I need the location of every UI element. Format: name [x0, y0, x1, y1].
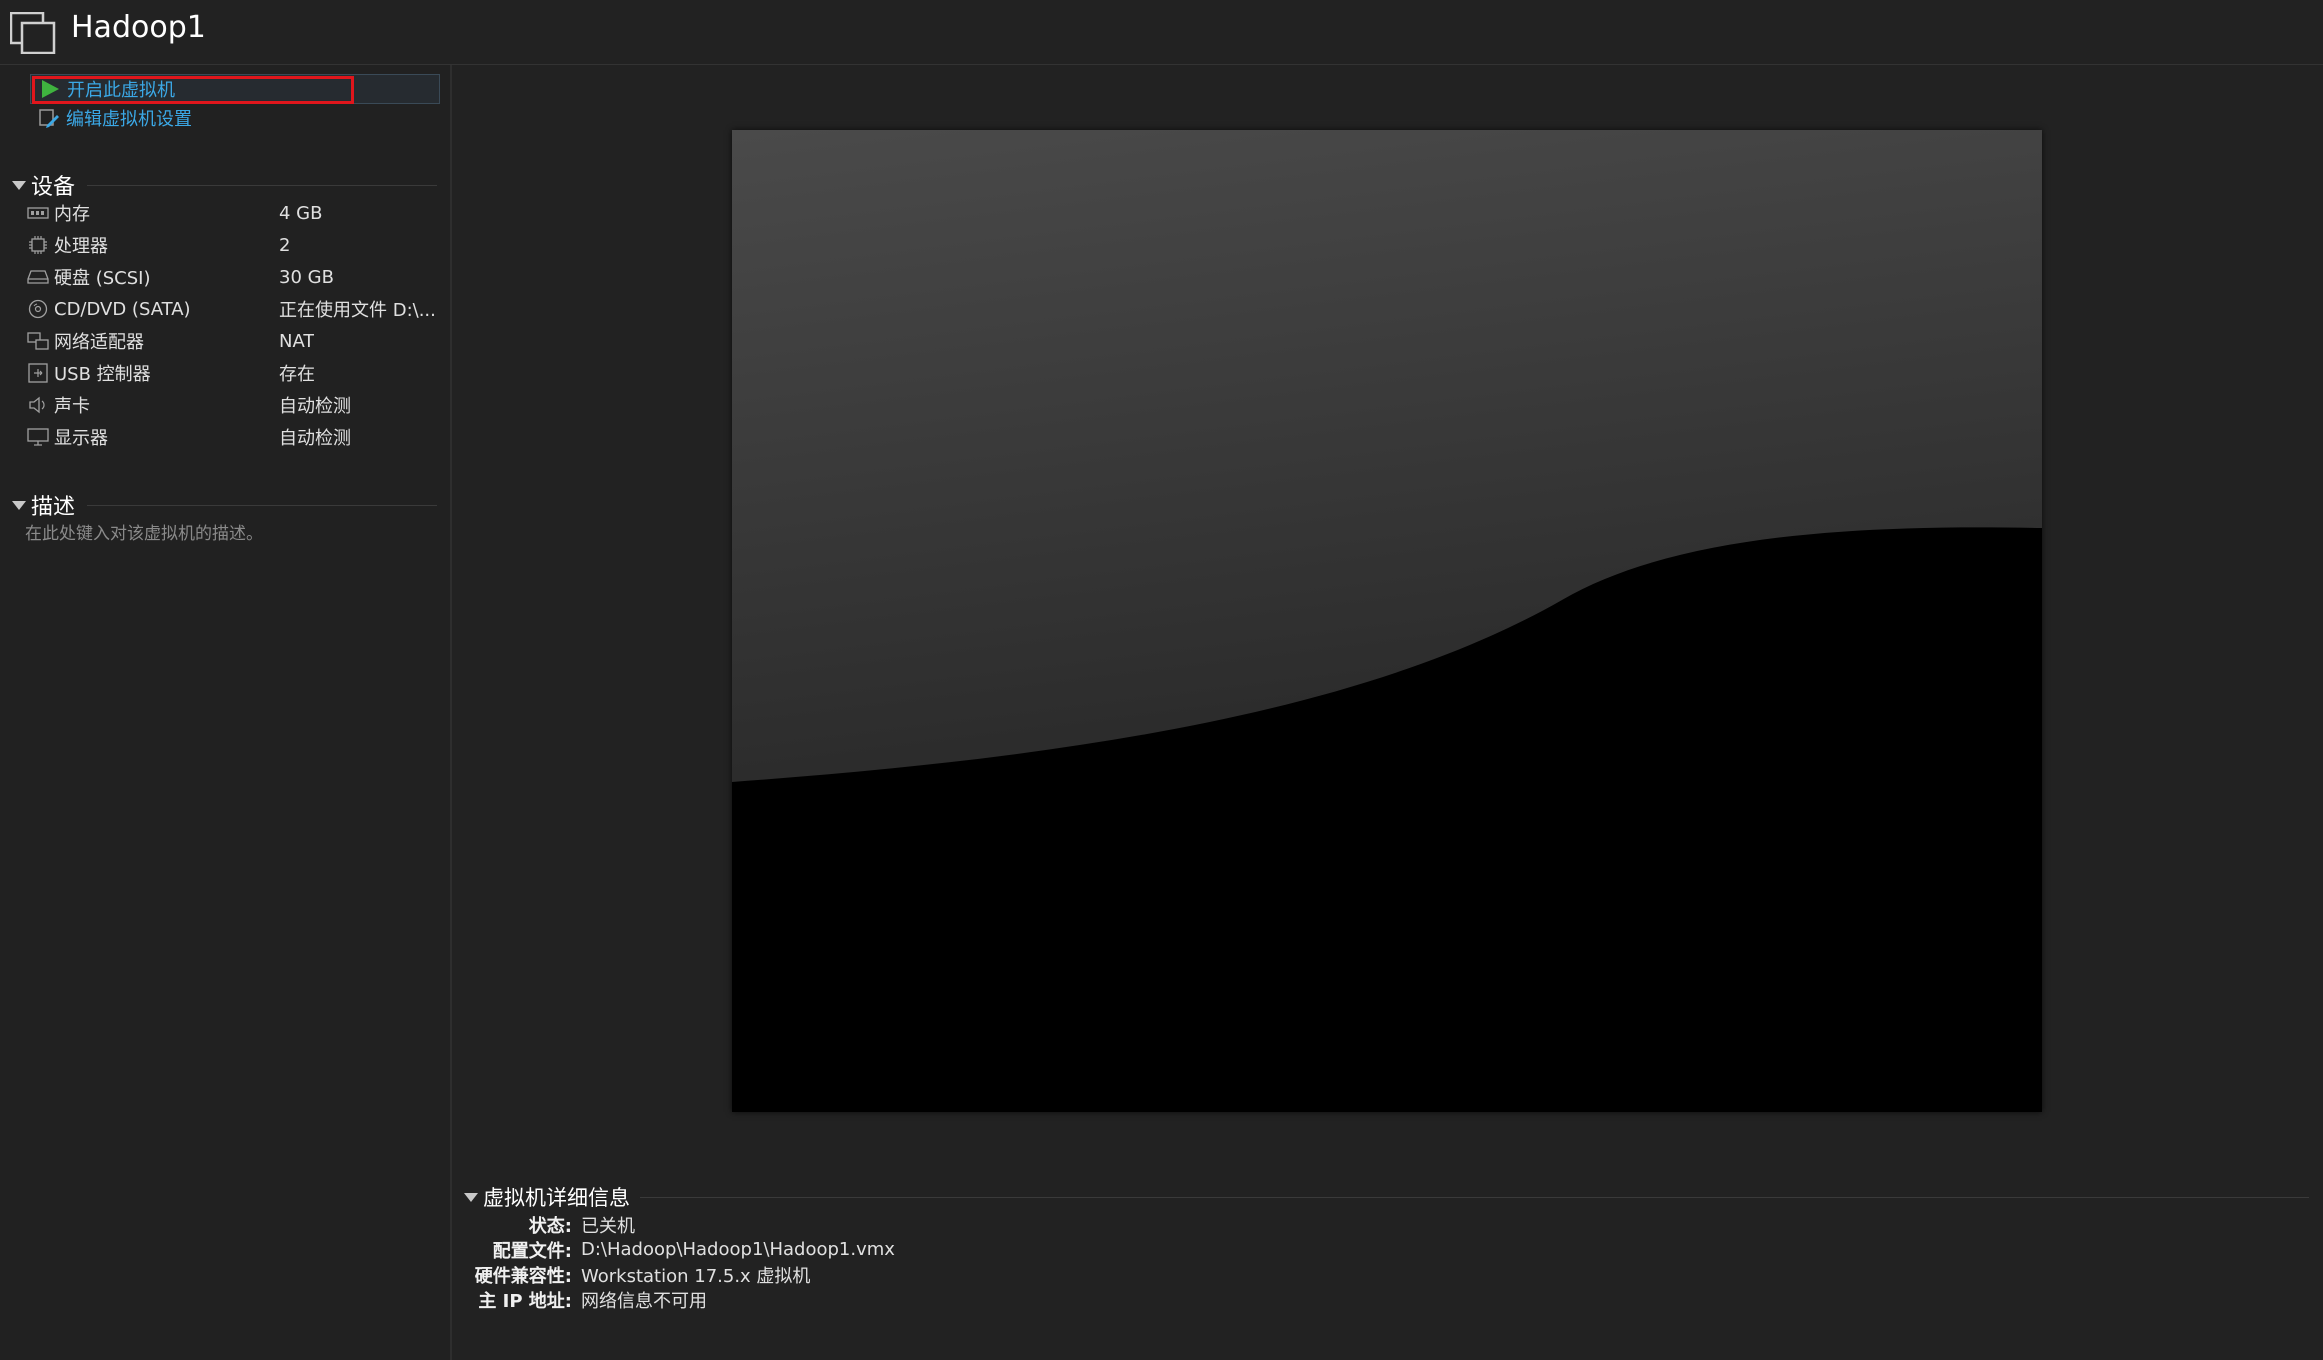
divider — [640, 1196, 2309, 1198]
processor-icon — [26, 234, 50, 256]
detail-row-config-file: 配置文件: D:\Hadoop\Hadoop1\Hadoop1.vmx — [470, 1237, 1470, 1262]
edit-settings-icon — [39, 109, 59, 128]
device-value: 自动检测 — [279, 428, 351, 449]
divider — [87, 184, 437, 186]
device-row-cd-dvd[interactable]: CD/DVD (SATA) 正在使用文件 D:\... — [26, 295, 436, 323]
display-icon — [26, 426, 50, 448]
divider — [87, 504, 437, 506]
detail-row-state: 状态: 已关机 — [470, 1212, 1470, 1237]
device-name: USB 控制器 — [54, 364, 151, 385]
start-vm-label: 开启此虚拟机 — [67, 80, 175, 101]
device-row-memory[interactable]: 内存 4 GB — [26, 199, 436, 227]
devices-section-header[interactable]: 设备 — [12, 169, 437, 201]
device-name: 显示器 — [54, 428, 108, 449]
detail-value: Workstation 17.5.x 虚拟机 — [581, 1265, 811, 1287]
device-value: 30 GB — [279, 266, 334, 288]
device-row-processor[interactable]: 处理器 2 — [26, 231, 436, 259]
description-section-header[interactable]: 描述 — [12, 489, 437, 521]
network-adapter-icon — [26, 330, 50, 352]
collapse-triangle-icon — [12, 500, 26, 510]
sidebar: 开启此虚拟机 编辑虚拟机设置 设备 内存 4 GB 处理器 2 硬盘 (SCSI… — [0, 65, 452, 1360]
device-row-usb-controller[interactable]: USB 控制器 存在 — [26, 359, 436, 387]
detail-label: 硬件兼容性: — [474, 1265, 572, 1287]
detail-row-primary-ip: 主 IP 地址: 网络信息不可用 — [470, 1287, 1470, 1312]
device-value: 4 GB — [279, 202, 323, 224]
device-value: NAT — [279, 330, 315, 352]
sound-card-icon — [26, 394, 50, 416]
start-vm-button[interactable]: 开启此虚拟机 — [30, 74, 440, 104]
memory-icon — [26, 202, 50, 224]
device-name: 硬盘 (SCSI) — [54, 268, 151, 289]
device-row-sound-card[interactable]: 声卡 自动检测 — [26, 391, 436, 419]
device-value: 存在 — [279, 364, 315, 385]
device-value: 正在使用文件 D:\... — [279, 300, 436, 321]
vm-details-heading: 虚拟机详细信息 — [483, 1186, 630, 1210]
edit-settings-button[interactable]: 编辑虚拟机设置 — [38, 103, 192, 133]
device-name: 处理器 — [54, 236, 108, 257]
cd-dvd-icon — [26, 298, 50, 320]
usb-controller-icon — [26, 362, 50, 384]
device-value: 自动检测 — [279, 396, 351, 417]
device-row-hard-disk[interactable]: 硬盘 (SCSI) 30 GB — [26, 263, 436, 291]
device-name: CD/DVD (SATA) — [54, 298, 191, 320]
collapse-triangle-icon — [12, 180, 26, 190]
play-icon — [42, 80, 59, 98]
edit-settings-label: 编辑虚拟机设置 — [66, 109, 192, 130]
virtual-machine-icon — [10, 12, 56, 54]
detail-row-hardware-compatibility: 硬件兼容性: Workstation 17.5.x 虚拟机 — [470, 1262, 1470, 1287]
device-row-display[interactable]: 显示器 自动检测 — [26, 423, 436, 451]
description-heading: 描述 — [31, 495, 76, 520]
vm-preview-thumbnail[interactable] — [732, 130, 2042, 1112]
device-value: 2 — [279, 234, 291, 256]
detail-label: 主 IP 地址: — [478, 1290, 572, 1312]
vm-details-section-header[interactable]: 虚拟机详细信息 — [464, 1182, 2309, 1212]
hard-disk-icon — [26, 266, 50, 288]
device-name: 内存 — [54, 204, 90, 225]
device-name: 声卡 — [54, 396, 90, 417]
detail-value: 网络信息不可用 — [581, 1290, 707, 1312]
title-bar: Hadoop1 — [0, 0, 2323, 65]
device-row-network-adapter[interactable]: 网络适配器 NAT — [26, 327, 436, 355]
device-name: 网络适配器 — [54, 332, 144, 353]
description-input[interactable]: 在此处键入对该虚拟机的描述。 — [25, 519, 263, 544]
detail-label: 状态: — [528, 1215, 572, 1237]
collapse-triangle-icon — [464, 1192, 478, 1202]
detail-label: 配置文件: — [492, 1240, 572, 1262]
vm-title: Hadoop1 — [71, 10, 206, 45]
detail-value: D:\Hadoop\Hadoop1\Hadoop1.vmx — [581, 1239, 895, 1260]
devices-heading: 设备 — [31, 175, 76, 200]
detail-value: 已关机 — [581, 1215, 635, 1237]
